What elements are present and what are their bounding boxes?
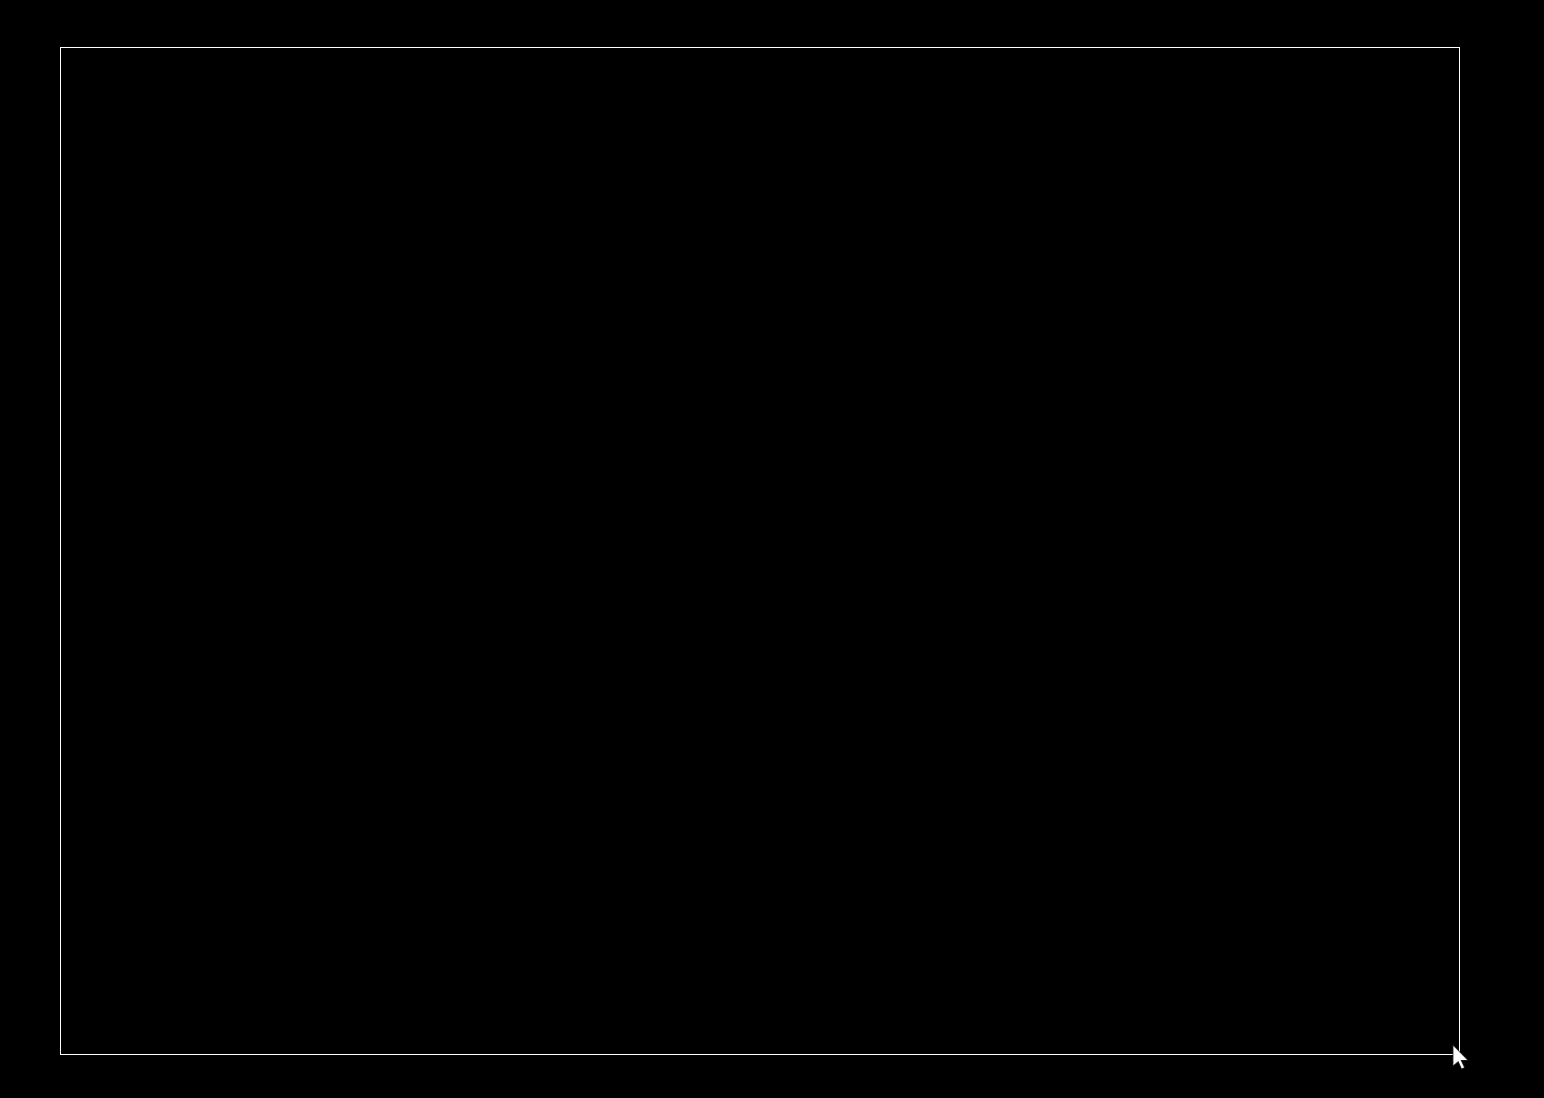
plot-frame: [60, 47, 1460, 1055]
spectrogram-app: [0, 0, 1544, 1098]
spectrogram-canvas: [61, 48, 1459, 1054]
y-axis-title: [0, 430, 34, 670]
mouse-cursor: [1452, 1044, 1469, 1070]
